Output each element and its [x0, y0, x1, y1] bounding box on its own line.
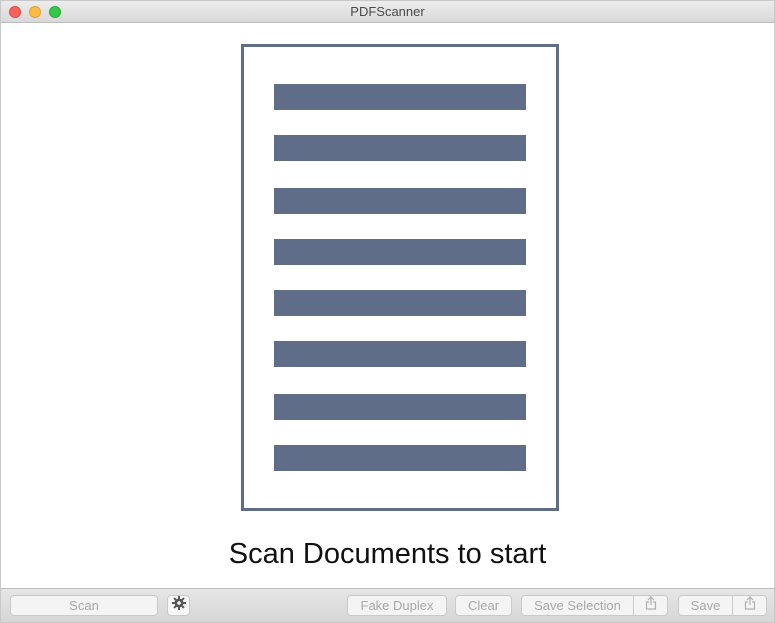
save-button[interactable]: Save: [678, 595, 733, 616]
share-selection-button[interactable]: [633, 595, 668, 616]
document-line: [274, 341, 526, 367]
share-button[interactable]: [732, 595, 767, 616]
settings-button[interactable]: [167, 595, 190, 616]
document-line: [274, 135, 526, 161]
share-icon: [645, 596, 657, 615]
title-bar[interactable]: PDFScanner: [1, 1, 774, 23]
document-line: [274, 290, 526, 316]
gear-icon: [171, 596, 186, 615]
document-frame: [241, 44, 559, 511]
document-line: [274, 394, 526, 420]
fake-duplex-button[interactable]: Fake Duplex: [347, 595, 447, 616]
app-window: PDFScanner Scan Documents to start Scan: [0, 0, 775, 623]
document-lines-icon: [241, 44, 559, 511]
document-line: [274, 188, 526, 214]
clear-button[interactable]: Clear: [455, 595, 512, 616]
document-line: [274, 445, 526, 471]
document-line: [274, 239, 526, 265]
empty-state-message: Scan Documents to start: [228, 538, 547, 570]
save-selection-button[interactable]: Save Selection: [521, 595, 634, 616]
document-area: Scan Documents to start: [1, 23, 774, 588]
window-title: PDFScanner: [350, 4, 425, 19]
share-icon: [744, 596, 756, 615]
scan-button[interactable]: Scan: [10, 595, 158, 616]
document-line: [274, 84, 526, 110]
bottom-toolbar: Scan Fake Duplex Clear Save Selection Sa…: [1, 588, 774, 622]
